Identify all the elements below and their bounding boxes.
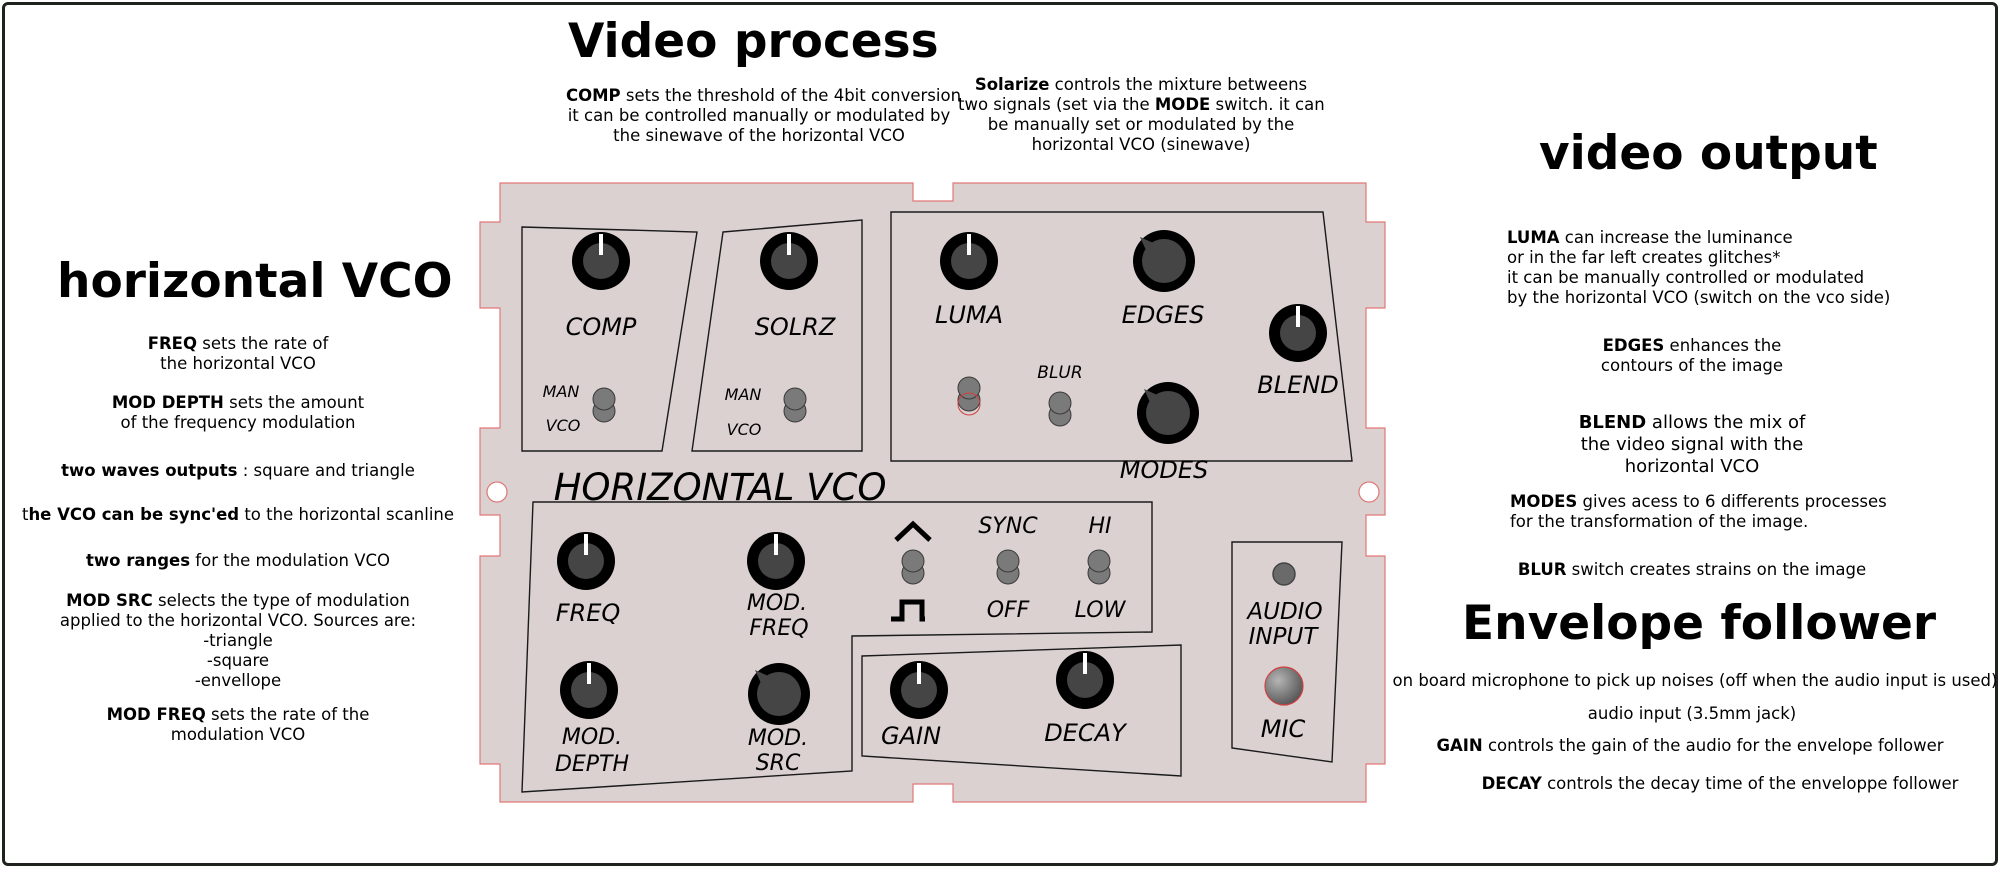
solrz-man-vco-toggle[interactable]: [783, 387, 807, 423]
vco-label-1: VCO: [546, 416, 581, 435]
mic-label: MIC: [1261, 715, 1306, 743]
audio-input-label-1: AUDIO: [1245, 599, 1322, 625]
hi-label: HI: [1088, 514, 1111, 539]
mod-depth-knob[interactable]: [560, 661, 618, 719]
comp-knob[interactable]: [572, 232, 630, 290]
audio-input-label-2: INPUT: [1249, 624, 1320, 650]
left-mount-hole: [486, 481, 508, 503]
low-label: LOW: [1075, 598, 1127, 623]
range-toggle[interactable]: [1087, 549, 1111, 585]
man-label-2: MAN: [725, 385, 762, 404]
mod-depth-label-1: MOD.: [562, 725, 622, 750]
vco-label-2: VCO: [727, 420, 762, 439]
faceplate-panel: HORIZONTAL VCO COMP SOLRZ MAN VCO MAN VC…: [479, 182, 1386, 803]
freq-label: FREQ: [556, 599, 621, 627]
sync-toggle[interactable]: [996, 549, 1020, 585]
mod-src-knob[interactable]: [748, 663, 810, 725]
freq-knob[interactable]: [557, 532, 615, 590]
microphone: [1264, 666, 1304, 706]
off-label: OFF: [987, 598, 1030, 623]
right-mount-hole: [1358, 481, 1380, 503]
mod-depth-label-2: DEPTH: [555, 752, 629, 777]
edges-knob[interactable]: [1133, 230, 1195, 292]
modes-knob[interactable]: [1137, 382, 1199, 444]
mod-src-label-2: SRC: [756, 751, 801, 776]
edges-label: EDGES: [1122, 301, 1205, 329]
audio-input-jack[interactable]: [1272, 562, 1296, 586]
blend-knob[interactable]: [1269, 304, 1327, 362]
gain-knob[interactable]: [890, 661, 948, 719]
blend-label: BLEND: [1257, 371, 1338, 399]
decay-label: DECAY: [1044, 719, 1128, 747]
mod-src-label-1: MOD.: [748, 726, 808, 751]
modes-label: MODES: [1120, 456, 1208, 484]
comp-label: COMP: [566, 313, 637, 341]
sync-label: SYNC: [978, 514, 1038, 539]
mod-freq-knob[interactable]: [747, 532, 805, 590]
blur-label: BLUR: [1037, 363, 1082, 383]
solrz-knob[interactable]: [760, 232, 818, 290]
blur-toggle[interactable]: [1048, 391, 1072, 427]
luma-mod-toggle[interactable]: [957, 376, 981, 412]
waveform-toggle[interactable]: [901, 549, 925, 585]
solrz-label: SOLRZ: [755, 313, 836, 341]
man-label-1: MAN: [543, 382, 580, 401]
mod-freq-label-2: FREQ: [749, 616, 808, 641]
mod-freq-label-1: MOD.: [747, 591, 807, 616]
decay-knob[interactable]: [1056, 651, 1114, 709]
luma-label: LUMA: [935, 301, 1003, 329]
gain-label: GAIN: [881, 722, 941, 750]
luma-knob[interactable]: [940, 232, 998, 290]
panel-section-title: HORIZONTAL VCO: [554, 466, 887, 509]
comp-man-vco-toggle[interactable]: [592, 387, 616, 423]
